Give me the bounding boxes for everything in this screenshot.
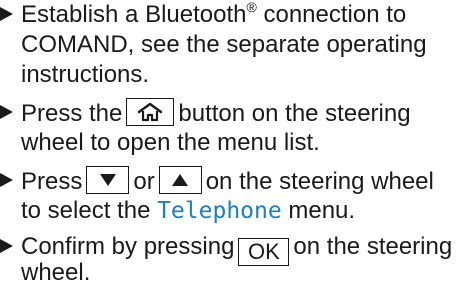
- step-3-line-1: Press or on the steering wheel: [21, 166, 434, 195]
- step-2-line-1: Press the button on the steering: [21, 98, 411, 127]
- step-1-line-1: Establish a Bluetooth® connection to: [21, 0, 407, 28]
- bullet-arrow-icon: [0, 105, 13, 119]
- step-1-line-2: COMAND, see the separate operating: [21, 31, 427, 58]
- bullet-arrow-icon: [0, 239, 13, 253]
- bullet-arrow-icon: [0, 173, 13, 187]
- step-2-line-2: wheel to open the menu list.: [21, 129, 320, 156]
- down-button-key: [86, 166, 130, 194]
- arrow-up-icon: [172, 174, 189, 186]
- step-4-line-2: wheel.: [21, 259, 91, 286]
- registered-mark: ®: [246, 0, 257, 15]
- ok-button-key: OK: [238, 238, 290, 266]
- step-3-line-2: to select the Telephone menu.: [21, 197, 356, 224]
- telephone-menu-name: Telephone: [157, 198, 282, 224]
- arrow-down-icon: [99, 174, 116, 186]
- instruction-list: Establish a Bluetooth® connection to COM…: [0, 0, 462, 286]
- home-icon: [138, 102, 163, 122]
- step-1-line-3: instructions.: [21, 61, 150, 88]
- bullet-arrow-icon: [0, 7, 13, 21]
- up-button-key: [158, 166, 202, 194]
- home-button-key: [126, 98, 175, 126]
